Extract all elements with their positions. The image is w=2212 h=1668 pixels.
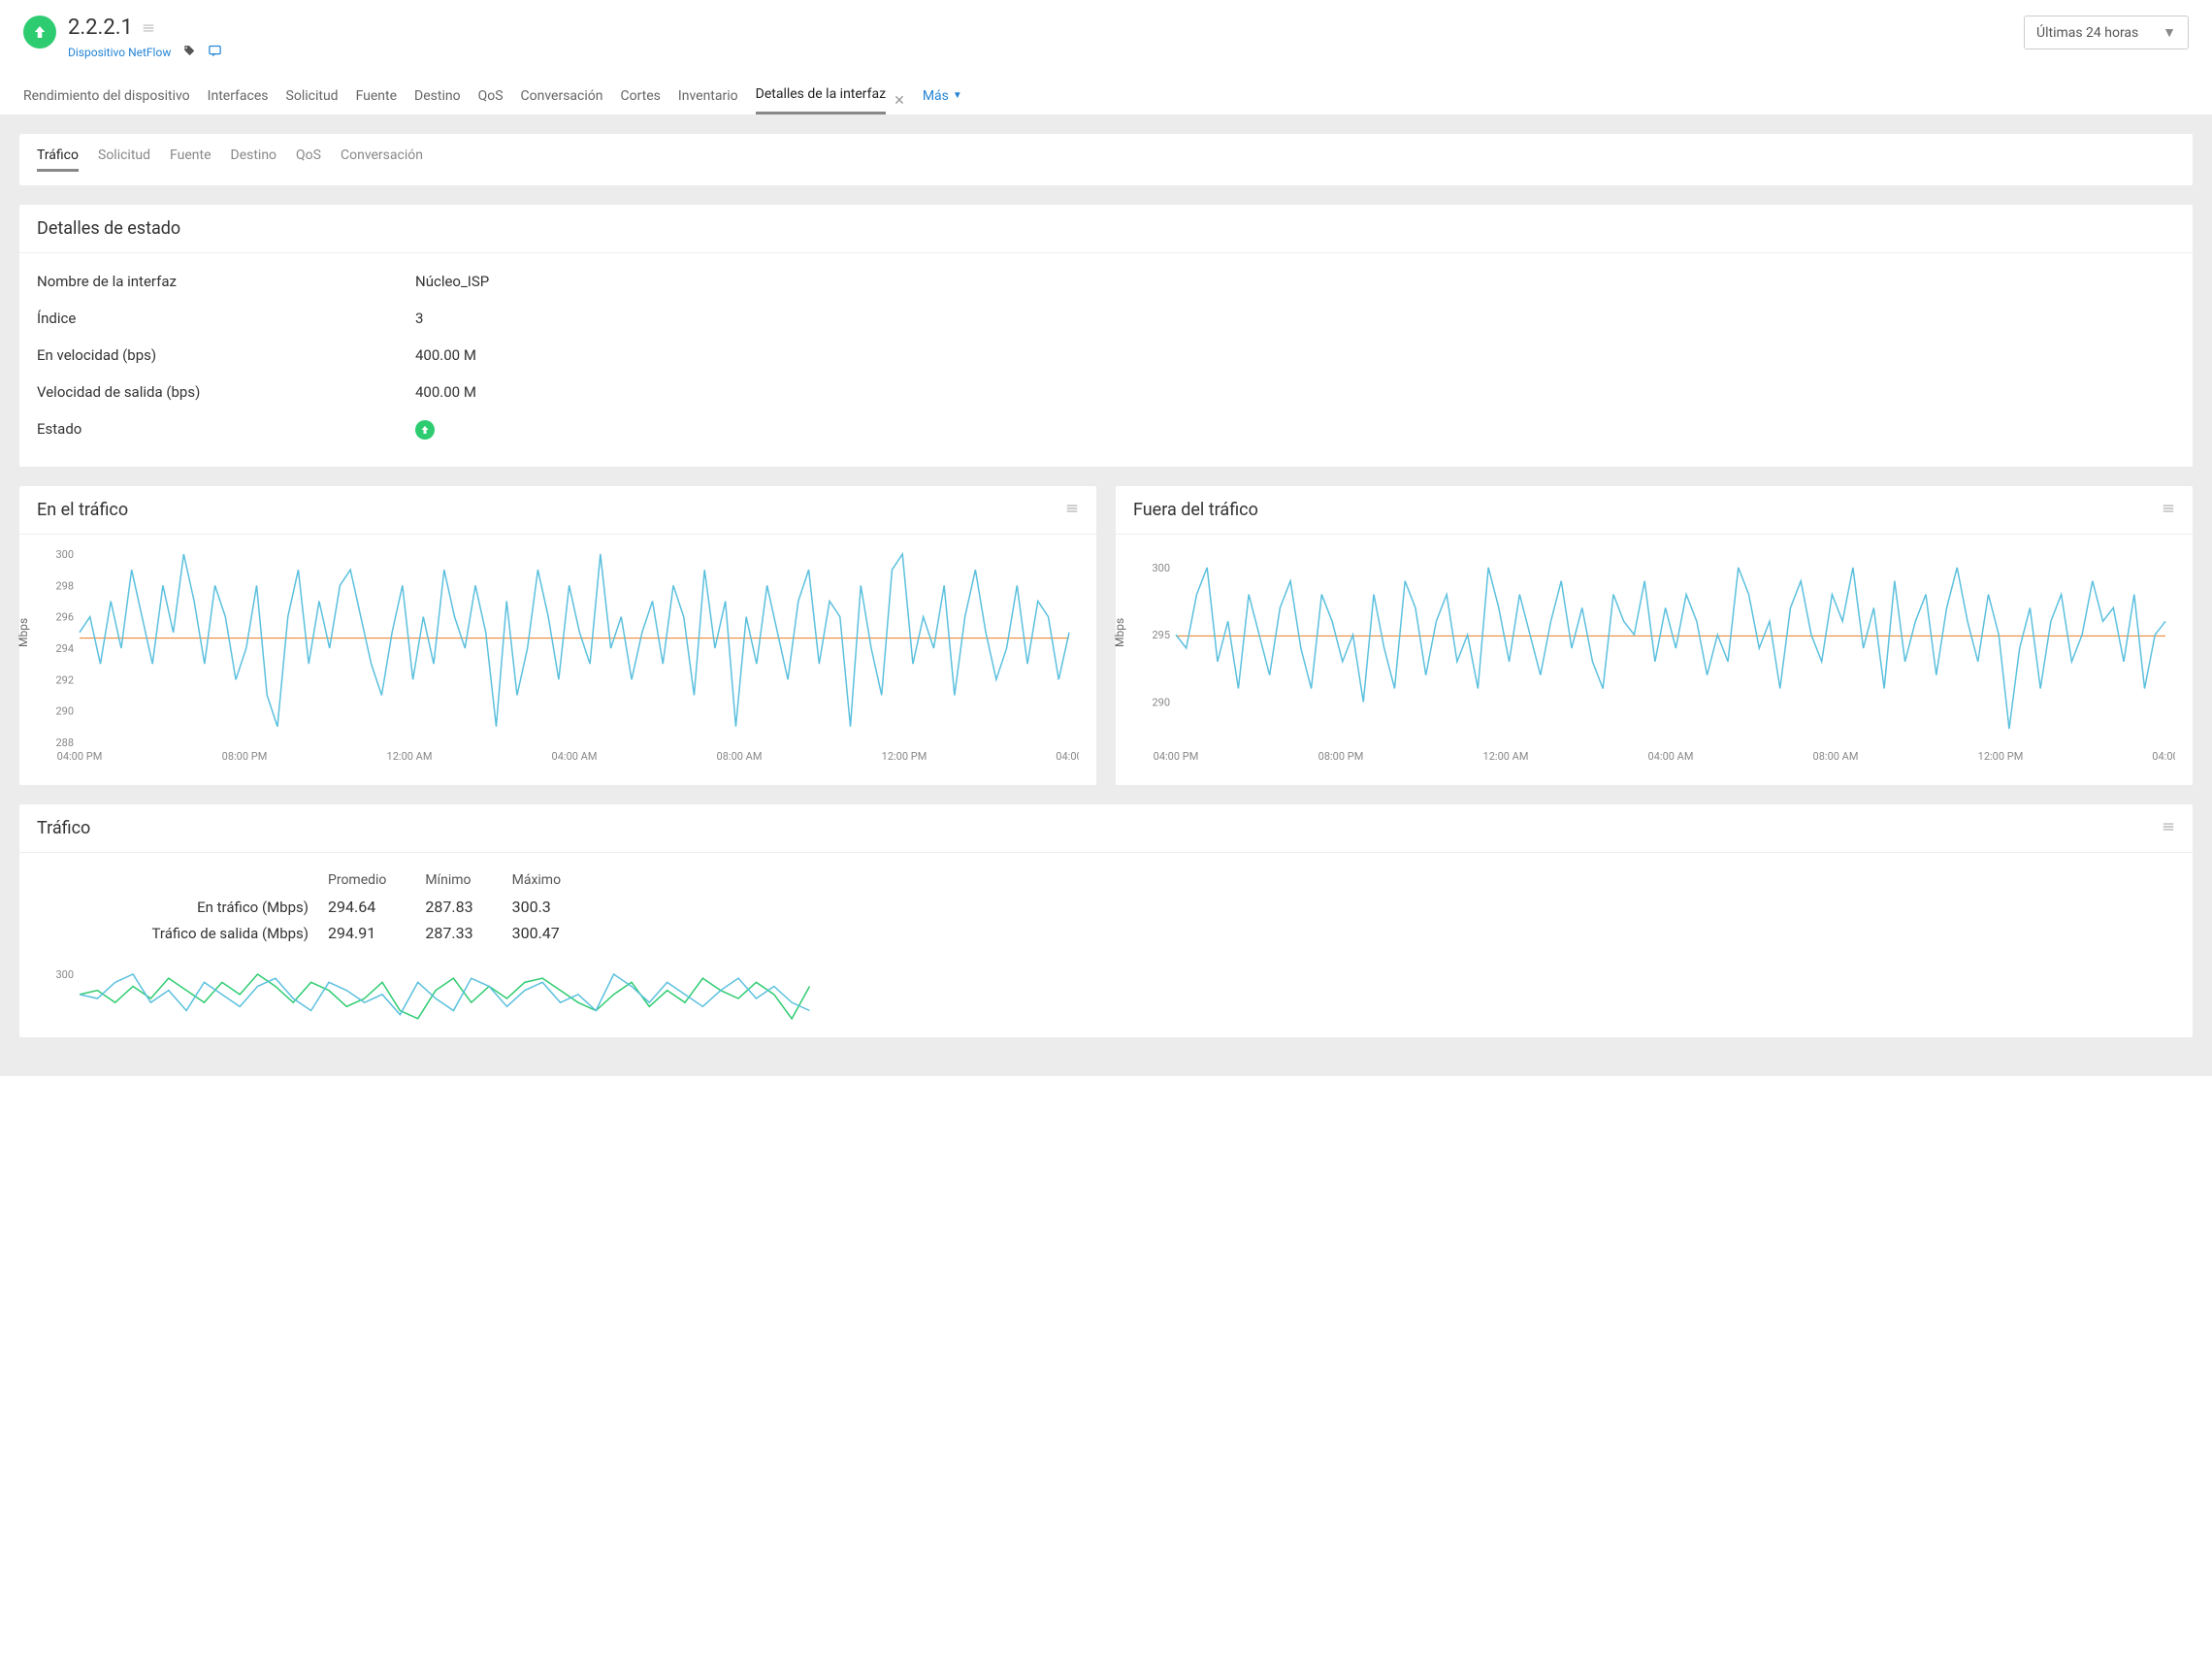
tab-solicitud[interactable]: Solicitud (286, 88, 339, 114)
detail-label: Nombre de la interfaz (37, 273, 415, 290)
detail-label: Velocidad de salida (bps) (37, 383, 415, 401)
svg-text:04:00: 04:00 (2152, 750, 2175, 763)
svg-text:08:00 PM: 08:00 PM (1318, 750, 1364, 763)
detail-value: 3 (415, 310, 423, 327)
detail-value: 400.00 M (415, 383, 476, 401)
svg-text:288: 288 (55, 736, 74, 749)
status-panel-title: Detalles de estado (37, 218, 180, 239)
cell-avg: 294.64 (328, 894, 425, 920)
svg-text:04:00 AM: 04:00 AM (1648, 750, 1694, 763)
cell-max: 300.3 (512, 894, 600, 920)
main-tabs: Rendimiento del dispositivo Interfaces S… (0, 71, 2212, 114)
col-avg: Promedio (328, 867, 425, 894)
svg-text:290: 290 (55, 705, 74, 718)
table-row: Tráfico de salida (Mbps)294.91287.33300.… (37, 920, 600, 946)
svg-text:300: 300 (55, 548, 74, 561)
detail-label: Índice (37, 310, 415, 327)
svg-text:12:00 AM: 12:00 AM (387, 750, 433, 763)
detail-value: Núcleo_ISP (415, 273, 489, 290)
svg-text:292: 292 (55, 673, 74, 686)
detail-value (415, 420, 435, 440)
chart-bottom: 300 (37, 969, 2175, 1028)
svg-text:290: 290 (1152, 696, 1170, 708)
title-menu-icon[interactable] (142, 21, 155, 39)
tab-cortes[interactable]: Cortes (621, 88, 661, 114)
chart-menu-icon[interactable] (1065, 500, 1079, 520)
detail-row: Índice3 (37, 300, 2175, 337)
svg-text:300: 300 (1152, 562, 1170, 574)
tab-destino[interactable]: Destino (414, 88, 461, 114)
svg-text:04:00 PM: 04:00 PM (1154, 750, 1199, 763)
svg-text:12:00 PM: 12:00 PM (1978, 750, 2024, 763)
cell-min: 287.83 (425, 894, 511, 920)
stab-qos[interactable]: QoS (296, 147, 321, 172)
detail-row: Estado (37, 410, 2175, 449)
chart-menu-icon[interactable] (2162, 818, 2175, 838)
page-title: 2.2.2.1 (68, 16, 133, 40)
tab-more[interactable]: Más ▼ (923, 88, 962, 114)
svg-text:04:00: 04:00 (1056, 750, 1079, 763)
svg-text:08:00 AM: 08:00 AM (1813, 750, 1859, 763)
cell-max: 300.47 (512, 920, 600, 946)
svg-text:04:00 AM: 04:00 AM (552, 750, 598, 763)
chart-in-title: En el tráfico (37, 500, 128, 520)
chart-in: 288 290 292 294 296 298 300 04:00 PM 08:00 PM 12:… (37, 544, 1079, 768)
tag-icon[interactable] (182, 45, 196, 61)
svg-text:300: 300 (55, 969, 74, 981)
chart-out: 290 295 300 04:00 PM 08:00 PM 12:00 AM 04:00 A… (1133, 544, 2175, 768)
tab-interfaces[interactable]: Interfaces (208, 88, 269, 114)
row-label: Tráfico de salida (Mbps) (37, 920, 328, 946)
col-min: Mínimo (425, 867, 511, 894)
svg-text:08:00 AM: 08:00 AM (717, 750, 763, 763)
table-row: En tráfico (Mbps)294.64287.83300.3 (37, 894, 600, 920)
detail-label: En velocidad (bps) (37, 346, 415, 364)
time-range-label: Últimas 24 horas (2036, 25, 2138, 41)
chart-out-ylabel: Mbps (1113, 618, 1126, 647)
col-max: Máximo (512, 867, 600, 894)
chat-icon[interactable] (208, 44, 222, 61)
stab-conversacion[interactable]: Conversación (341, 147, 423, 172)
cell-avg: 294.91 (328, 920, 425, 946)
stab-destino[interactable]: Destino (231, 147, 277, 172)
chart-menu-icon[interactable] (2162, 500, 2175, 520)
time-range-select[interactable]: Últimas 24 horas ▼ (2024, 16, 2189, 49)
caret-down-icon: ▼ (2163, 24, 2176, 41)
cell-min: 287.33 (425, 920, 511, 946)
svg-text:04:00 PM: 04:00 PM (57, 750, 103, 763)
detail-row: En velocidad (bps)400.00 M (37, 337, 2175, 374)
svg-text:298: 298 (55, 579, 74, 592)
svg-text:295: 295 (1152, 629, 1170, 641)
tab-fuente[interactable]: Fuente (356, 88, 397, 114)
tab-conversacion[interactable]: Conversación (521, 88, 603, 114)
row-label: En tráfico (Mbps) (37, 894, 328, 920)
traffic-panel-title: Tráfico (37, 818, 90, 838)
svg-text:12:00 AM: 12:00 AM (1483, 750, 1529, 763)
svg-text:12:00 PM: 12:00 PM (882, 750, 927, 763)
chart-in-ylabel: Mbps (16, 618, 30, 647)
tab-detalles-interfaz[interactable]: Detalles de la interfaz (756, 86, 886, 114)
tab-qos[interactable]: QoS (478, 88, 504, 114)
stab-fuente[interactable]: Fuente (170, 147, 211, 172)
detail-row: Nombre de la interfazNúcleo_ISP (37, 263, 2175, 300)
sub-tabs: Tráfico Solicitud Fuente Destino QoS Con… (19, 134, 2193, 185)
detail-label: Estado (37, 420, 415, 440)
tab-rendimiento[interactable]: Rendimiento del dispositivo (23, 88, 190, 114)
svg-text:296: 296 (55, 611, 74, 624)
svg-text:294: 294 (55, 642, 74, 655)
svg-text:08:00 PM: 08:00 PM (222, 750, 268, 763)
detail-row: Velocidad de salida (bps)400.00 M (37, 374, 2175, 410)
stab-trafico[interactable]: Tráfico (37, 147, 79, 172)
caret-down-icon: ▼ (953, 90, 962, 101)
status-up-icon (415, 420, 435, 440)
chart-out-title: Fuera del tráfico (1133, 500, 1258, 520)
close-tab-icon[interactable]: ✕ (894, 93, 905, 109)
tab-inventario[interactable]: Inventario (678, 88, 738, 114)
detail-value: 400.00 M (415, 346, 476, 364)
device-link[interactable]: Dispositivo NetFlow (68, 46, 171, 59)
stab-solicitud[interactable]: Solicitud (98, 147, 150, 172)
status-up-icon (23, 16, 56, 49)
